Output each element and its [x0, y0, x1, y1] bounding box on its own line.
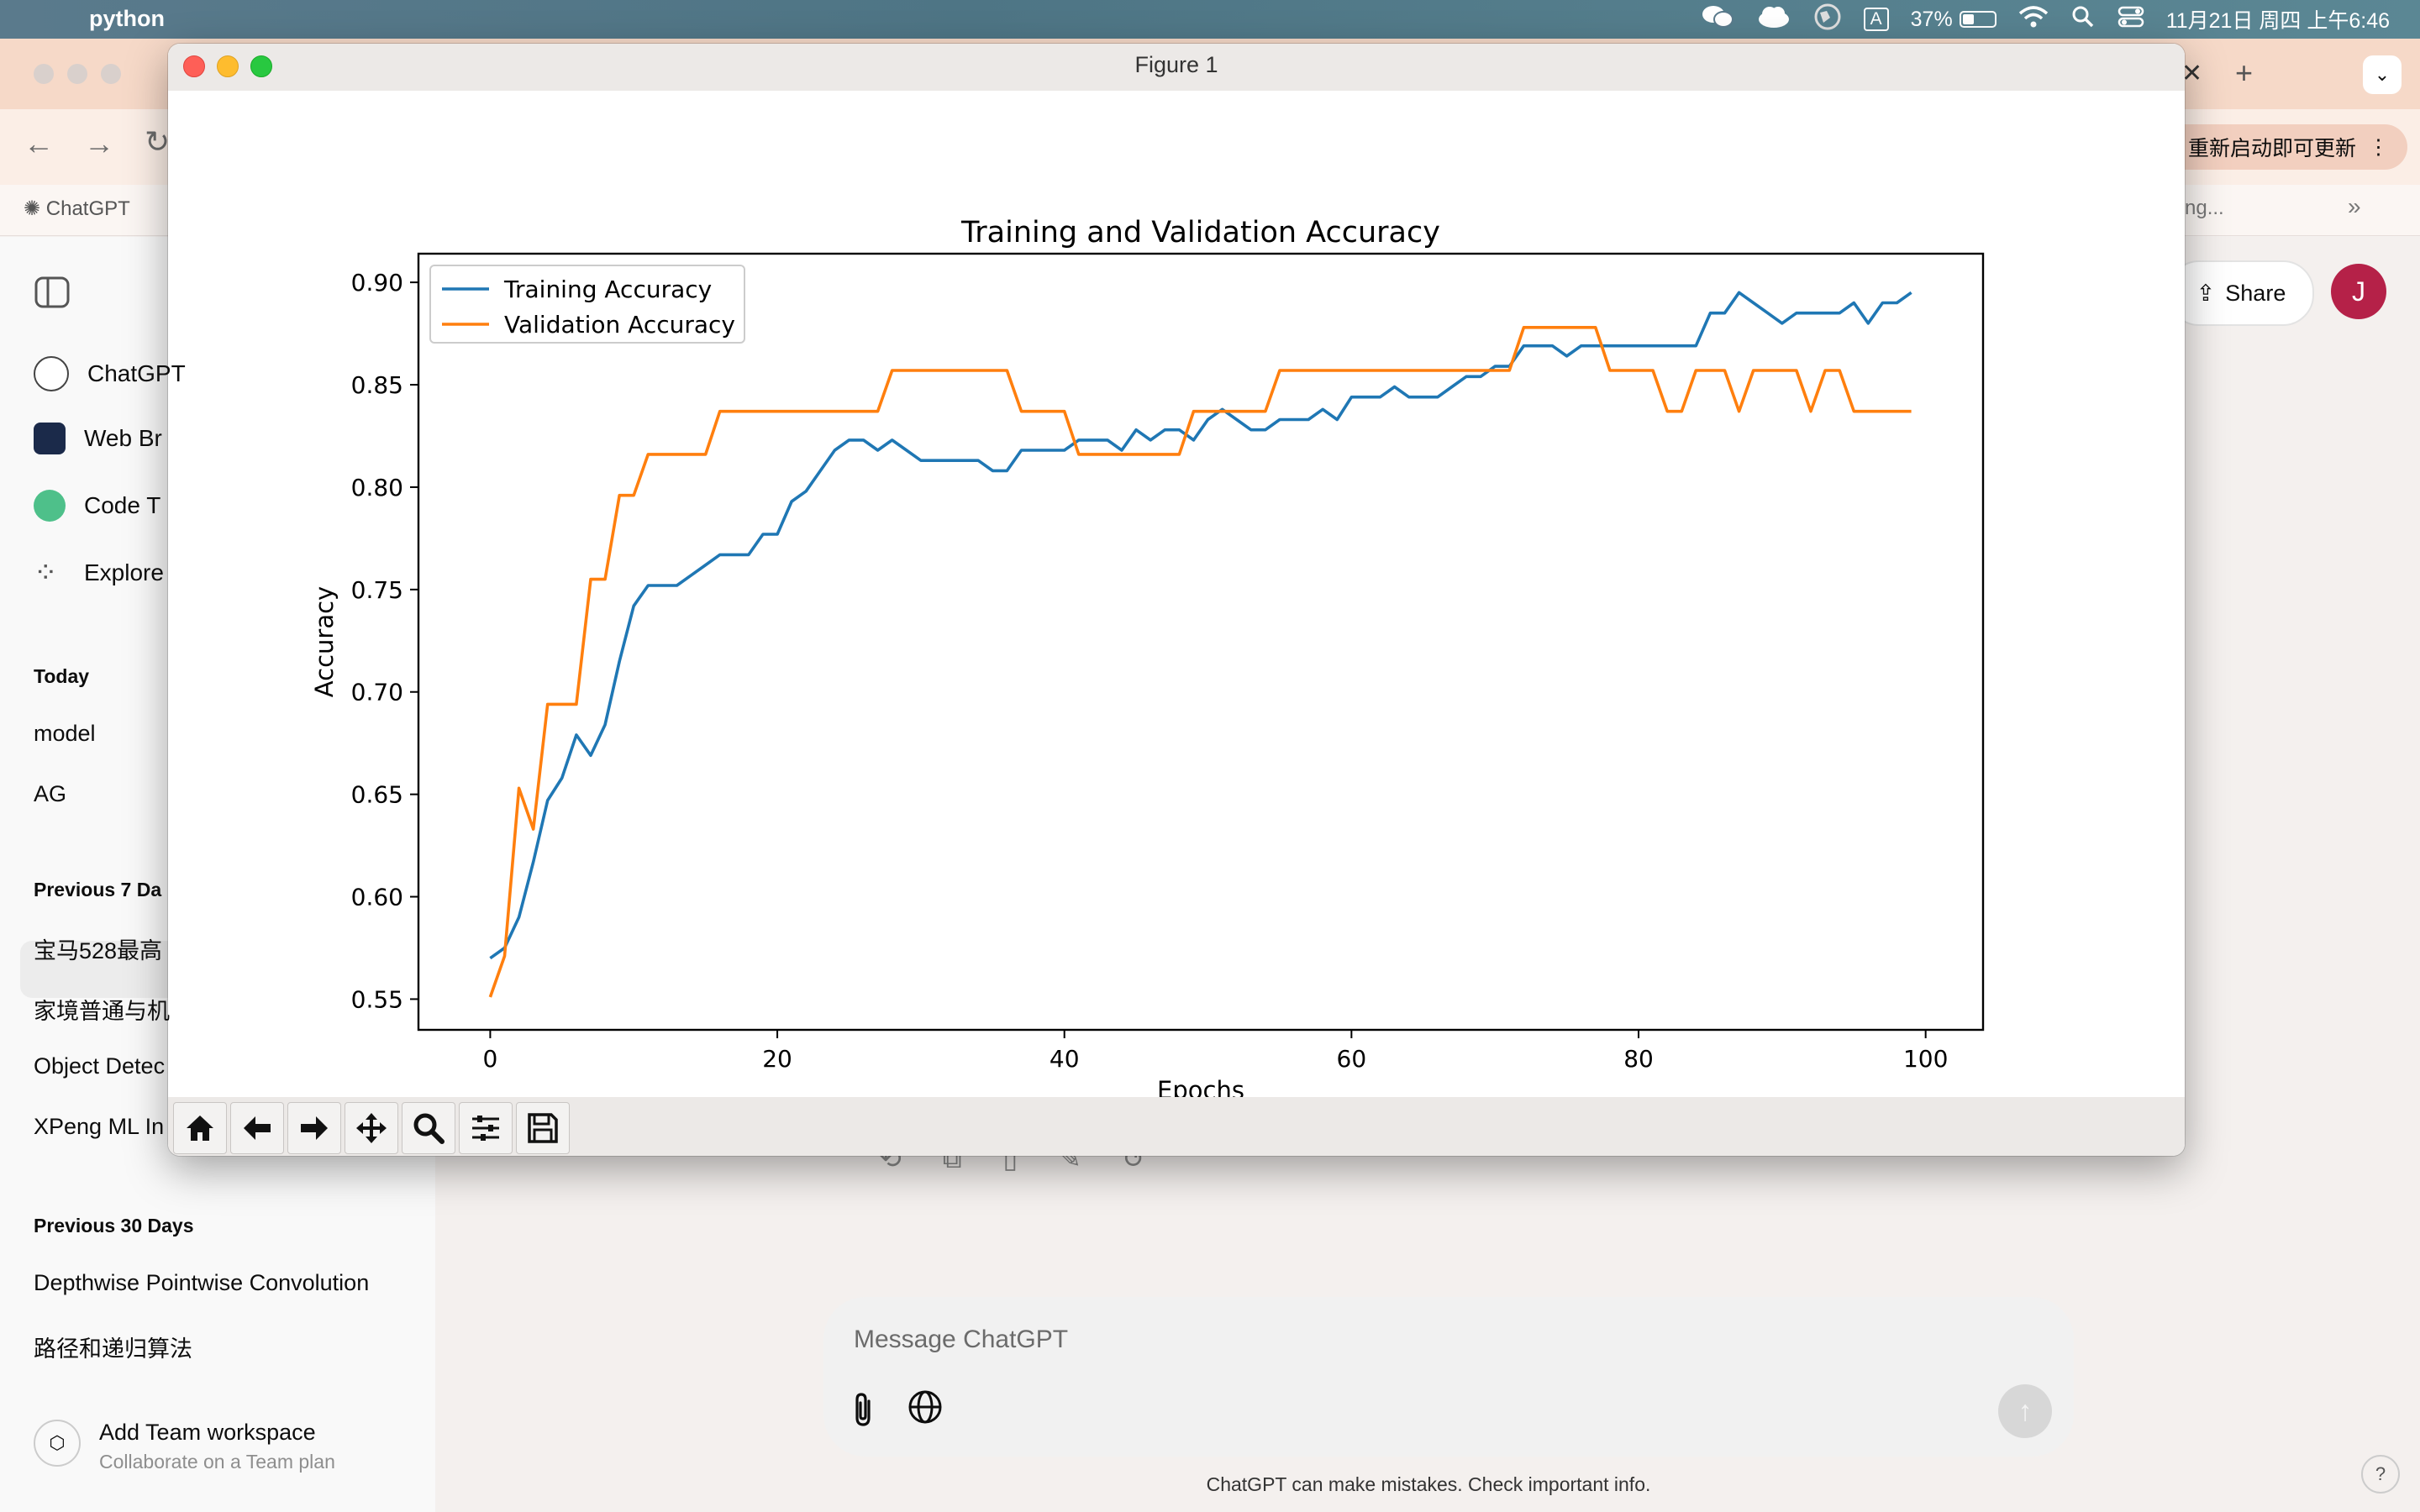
- zoom-magnifier-icon[interactable]: [402, 1102, 455, 1154]
- battery-icon: [1959, 11, 1996, 28]
- web-browser-icon: [34, 423, 66, 454]
- browser-close-light[interactable]: [34, 64, 54, 84]
- share-button[interactable]: ⇪ Share: [2168, 260, 2314, 326]
- figure-titlebar[interactable]: Figure 1: [168, 44, 2185, 92]
- browser-minimize-light[interactable]: [67, 64, 87, 84]
- accuracy-chart: Training and Validation Accuracy 0 20 40 60 8…: [310, 216, 1985, 1105]
- bookmarks-overflow-icon[interactable]: »: [2348, 193, 2361, 220]
- tab-search-dropdown-icon[interactable]: ⌄: [2363, 55, 2402, 94]
- app-menu-name[interactable]: python: [89, 6, 165, 32]
- add-team-workspace[interactable]: ⬡ Add Team workspace Collaborate on a Team…: [34, 1420, 335, 1473]
- chart-title: Training and Validation Accuracy: [960, 216, 1440, 249]
- share-icon: ⇪: [2196, 280, 2216, 306]
- message-composer[interactable]: Message ChatGPT ↑: [823, 1297, 2074, 1457]
- section-heading-today: Today: [34, 665, 90, 687]
- wechat-icon[interactable]: [1701, 4, 1734, 35]
- openai-bookmark-icon: ✺: [24, 197, 46, 220]
- y-tick-label: 0.75: [351, 576, 403, 604]
- figure-canvas[interactable]: Training and Validation Accuracy 0 20 40 60 8…: [168, 91, 2185, 1105]
- spotlight-search-icon[interactable]: [2070, 4, 2096, 35]
- send-arrow-icon[interactable]: ↑: [1998, 1384, 2052, 1438]
- conversation-item[interactable]: 路径和递归算法: [34, 1331, 395, 1363]
- sidebar-gpt-item[interactable]: ChatGPT: [34, 356, 186, 391]
- legend-label: Validation Accuracy: [504, 311, 735, 339]
- conversation-item[interactable]: model: [34, 721, 395, 747]
- wifi-icon[interactable]: [2018, 5, 2049, 34]
- figure-title: Figure 1: [1134, 52, 1218, 77]
- cloud-sync-icon[interactable]: [1756, 4, 1791, 35]
- back-arrow-icon[interactable]: ←: [24, 126, 54, 161]
- section-heading-previous-30-days: Previous 30 Days: [34, 1215, 194, 1236]
- help-icon[interactable]: ?: [2361, 1455, 2400, 1494]
- legend-label: Training Accuracy: [503, 276, 712, 303]
- figure-window[interactable]: Figure 1 Training and Validation Accurac…: [168, 44, 2185, 1156]
- x-tick-label: 80: [1623, 1045, 1654, 1073]
- share-label: Share: [2225, 280, 2286, 306]
- clock[interactable]: 11月21日 周四 上午6:46: [2166, 4, 2390, 34]
- y-tick-label: 0.85: [351, 371, 403, 399]
- conversation-item[interactable]: 家境普通与机: [34, 993, 395, 1026]
- section-heading-previous-7-days: Previous 7 Da: [34, 879, 162, 900]
- configure-subplots-icon[interactable]: [459, 1102, 513, 1154]
- sidebar-gpt-item[interactable]: Web Br: [34, 423, 162, 454]
- kebab-menu-icon[interactable]: ⋮: [2368, 134, 2389, 160]
- conversation-item[interactable]: XPeng ML In: [34, 1114, 395, 1140]
- team-subtitle: Collaborate on a Team plan: [99, 1451, 335, 1473]
- forward-arrow-icon[interactable]: →: [84, 126, 114, 161]
- y-tick-label: 0.80: [351, 474, 403, 501]
- y-axis-label: Accuracy: [310, 586, 339, 697]
- sidebar-gpt-label: Web Br: [84, 425, 162, 451]
- y-tick-label: 0.70: [351, 679, 403, 706]
- sidebar-gpt-label: Explore: [84, 559, 164, 585]
- series-line-training-accuracy: [489, 291, 1912, 960]
- sidebar-gpt-item[interactable]: ⁘ Explore: [34, 557, 164, 589]
- control-center-icon[interactable]: [2118, 5, 2144, 34]
- relaunch-to-update-button[interactable]: 重新启动即可更新 ⋮: [2160, 124, 2408, 170]
- battery-status[interactable]: 37%: [1911, 8, 1996, 32]
- menu-bar: python A 37% 11月21日 周四 上午6:46: [0, 0, 2420, 39]
- sidebar-gpt-label: Code T: [84, 492, 161, 518]
- battery-percent: 37%: [1910, 7, 1953, 31]
- disclaimer-text: ChatGPT can make mistakes. Check importa…: [1206, 1473, 1651, 1495]
- x-tick-label: 60: [1337, 1045, 1367, 1073]
- conversation-item[interactable]: 宝马528最高: [34, 932, 395, 965]
- x-axis-label: Epochs: [1157, 1076, 1244, 1097]
- bookmark-label: ChatGPT: [45, 197, 130, 220]
- bookmark-truncated[interactable]: ng...: [2185, 197, 2224, 220]
- avatar[interactable]: J: [2331, 264, 2386, 319]
- conversation-item[interactable]: Depthwise Pointwise Convolution: [34, 1270, 395, 1296]
- globe-vpn-icon[interactable]: [1813, 3, 1842, 37]
- message-input[interactable]: Message ChatGPT: [854, 1326, 1068, 1354]
- grid-icon: ⁘: [34, 557, 58, 589]
- team-workspace-icon: ⬡: [34, 1420, 81, 1467]
- sidebar-gpt-label: ChatGPT: [87, 360, 186, 386]
- globe-icon[interactable]: [908, 1389, 943, 1433]
- openai-icon: [34, 356, 69, 391]
- x-tick-label: 0: [482, 1045, 497, 1073]
- bookmark-chatgpt[interactable]: ✺ ChatGPT: [24, 197, 130, 221]
- x-tick-label: 20: [762, 1045, 792, 1073]
- team-title: Add Team workspace: [99, 1420, 316, 1445]
- paperclip-icon[interactable]: [850, 1391, 876, 1436]
- new-tab-icon[interactable]: +: [2235, 55, 2253, 91]
- axes-frame: [417, 252, 1985, 1032]
- status-area: A 37% 11月21日 周四 上午6:46: [1701, 0, 2390, 39]
- x-tick-label: 100: [1903, 1045, 1948, 1073]
- save-figure-icon[interactable]: [516, 1102, 570, 1154]
- update-label: 重新启动即可更新: [2188, 137, 2357, 160]
- reload-icon[interactable]: ↻: [145, 124, 170, 160]
- x-tick-label: 40: [1050, 1045, 1080, 1073]
- conversation-item[interactable]: Object Detec: [34, 1053, 395, 1079]
- figure-toolbar: [168, 1097, 2185, 1156]
- sidebar-toggle-icon[interactable]: [34, 276, 71, 313]
- conversation-item[interactable]: AG: [34, 781, 395, 807]
- y-tick-label: 0.90: [351, 269, 403, 297]
- input-method-indicator[interactable]: A: [1863, 8, 1889, 31]
- y-tick-label: 0.60: [351, 884, 403, 911]
- sidebar-gpt-item[interactable]: Code T: [34, 490, 160, 522]
- code-tutor-icon: [34, 490, 66, 522]
- browser-zoom-light[interactable]: [101, 64, 121, 84]
